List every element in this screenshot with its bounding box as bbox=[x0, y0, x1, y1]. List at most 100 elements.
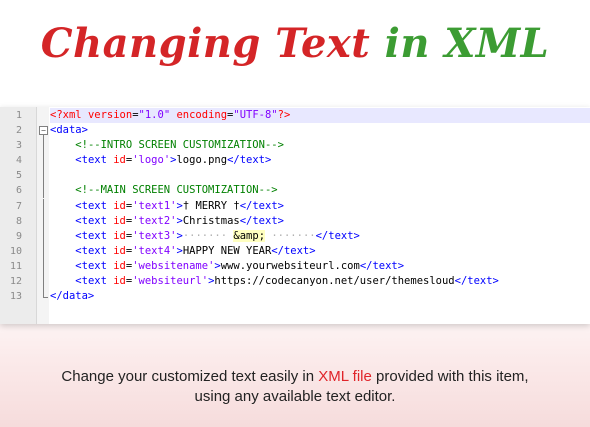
line-number: 9 bbox=[15, 230, 22, 242]
code-line[interactable]: 3 <!--INTRO SCREEN CUSTOMIZATION--> bbox=[0, 138, 590, 154]
fold-guide bbox=[38, 243, 48, 259]
code-line[interactable]: 5 bbox=[0, 168, 590, 184]
code-token: logo.png bbox=[176, 154, 228, 167]
page-title: Changing Text in XML bbox=[0, 16, 590, 72]
code-token: id bbox=[113, 214, 126, 227]
code-token: <?xml bbox=[50, 109, 88, 121]
code-lines: 1 <?xml version="1.0" encoding="UTF-8"?> 2… bbox=[0, 108, 590, 304]
code-token: </text> bbox=[239, 199, 284, 212]
code-line[interactable]: 4 <text id='logo'>logo.png</text> bbox=[0, 153, 590, 169]
code-token: ······· bbox=[182, 229, 228, 242]
fold-empty bbox=[38, 108, 48, 123]
fold-guide bbox=[38, 138, 48, 154]
code-token: <!--MAIN SCREEN CUSTOMIZATION--> bbox=[75, 184, 278, 197]
code-line[interactable]: 2 − <data> bbox=[0, 123, 590, 139]
code-token: </text> bbox=[454, 275, 499, 288]
code-token: version bbox=[87, 109, 133, 121]
code-token: † MERRY † bbox=[182, 199, 240, 212]
line-code: <text id='websitename'>www.yourwebsiteur… bbox=[50, 259, 590, 274]
code-token: encoding bbox=[170, 109, 228, 121]
code-token: </data> bbox=[50, 290, 95, 303]
caption-text: Change your customized text easily in bbox=[61, 368, 319, 385]
line-number: 8 bbox=[15, 215, 22, 227]
code-line[interactable]: 9 <text id='text3'>······· &amp; ·······… bbox=[0, 228, 590, 244]
code-line[interactable]: 7 <text id='text1'>† MERRY †</text> bbox=[0, 198, 590, 214]
code-token: id bbox=[113, 275, 126, 288]
fold-guide bbox=[38, 198, 48, 214]
code-token: id bbox=[113, 154, 126, 167]
fold-guide bbox=[38, 153, 48, 169]
line-number: 2 bbox=[15, 125, 22, 137]
fold-guide bbox=[38, 274, 48, 290]
code-token: 'websitename' bbox=[132, 259, 215, 272]
line-number: 7 bbox=[15, 200, 22, 212]
code-token: ······· bbox=[271, 229, 316, 242]
fold-toggle-icon[interactable]: − bbox=[38, 123, 48, 139]
code-token: id bbox=[113, 259, 126, 272]
code-line[interactable]: 6 <!--MAIN SCREEN CUSTOMIZATION--> bbox=[0, 183, 590, 199]
code-token: <text bbox=[75, 199, 114, 212]
code-token: id bbox=[113, 244, 126, 257]
code-token: "UTF-8" bbox=[233, 109, 278, 121]
code-token: www.yourwebsiteurl.com bbox=[220, 259, 360, 272]
line-code: </data> bbox=[50, 289, 590, 304]
line-number: 12 bbox=[9, 276, 22, 288]
line-code: <text id='text2'>Christmas</text> bbox=[50, 214, 590, 229]
code-token: </text> bbox=[271, 244, 316, 257]
caption-line-1: Change your customized text easily in XM… bbox=[0, 367, 590, 387]
code-token: 'logo' bbox=[132, 154, 171, 167]
fold-end-icon bbox=[38, 289, 48, 304]
code-line[interactable]: 11 <text id='websitename'>www.yourwebsit… bbox=[0, 258, 590, 274]
line-code: <text id='text4'>HAPPY NEW YEAR</text> bbox=[50, 244, 590, 259]
code-token: <text bbox=[75, 154, 114, 167]
line-code: <text id='text3'>······· &amp; ·······</… bbox=[50, 229, 590, 244]
fold-guide bbox=[38, 228, 48, 244]
line-number: 3 bbox=[15, 140, 22, 152]
code-line[interactable]: 10 <text id='text4'>HAPPY NEW YEAR</text… bbox=[0, 243, 590, 259]
fold-guide bbox=[38, 183, 48, 199]
code-line[interactable]: 8 <text id='text2'>Christmas</text> bbox=[0, 213, 590, 229]
code-editor[interactable]: 1 <?xml version="1.0" encoding="UTF-8"?> 2… bbox=[0, 107, 590, 324]
code-token: https://codecanyon.net/user/themesloud bbox=[214, 275, 455, 288]
code-token: HAPPY NEW YEAR bbox=[182, 244, 272, 257]
caption-highlight: XML file bbox=[318, 368, 372, 385]
code-token: 'text3' bbox=[132, 229, 177, 242]
line-code: <!--INTRO SCREEN CUSTOMIZATION--> bbox=[50, 138, 590, 153]
code-token: <text bbox=[75, 259, 114, 272]
code-token: id bbox=[113, 229, 126, 242]
title-part1: Changing Text bbox=[40, 20, 371, 67]
code-token: <text bbox=[75, 229, 114, 242]
title-part2: in XML bbox=[384, 20, 550, 67]
code-line[interactable]: 12 <text id='websiteurl'>https://codecan… bbox=[0, 274, 590, 290]
fold-guide bbox=[38, 168, 48, 184]
code-token: <!--INTRO SCREEN CUSTOMIZATION--> bbox=[75, 139, 284, 152]
fold-guide bbox=[38, 258, 48, 274]
code-token: 'text1' bbox=[132, 199, 177, 212]
line-number: 6 bbox=[15, 185, 22, 197]
code-token: <text bbox=[75, 244, 114, 257]
code-token: <text bbox=[75, 275, 114, 288]
code-token: id bbox=[113, 199, 126, 212]
line-code: <text id='websiteurl'>https://codecanyon… bbox=[50, 274, 590, 289]
caption: Change your customized text easily in XM… bbox=[0, 367, 590, 407]
code-token: </text> bbox=[239, 214, 284, 227]
code-token: </text> bbox=[315, 229, 360, 242]
line-number: 4 bbox=[15, 155, 22, 167]
caption-text: provided with this item, bbox=[371, 368, 529, 385]
line-number: 11 bbox=[9, 260, 22, 272]
code-line[interactable]: 13 </data> bbox=[0, 289, 590, 304]
code-token: "1.0" bbox=[138, 109, 171, 121]
code-line[interactable]: 1 <?xml version="1.0" encoding="UTF-8"?> bbox=[0, 108, 590, 123]
line-code: <?xml version="1.0" encoding="UTF-8"?> bbox=[50, 108, 590, 123]
line-number: 1 bbox=[15, 110, 22, 121]
caption-line-2: using any available text editor. bbox=[194, 388, 396, 405]
line-number: 5 bbox=[15, 170, 22, 182]
fold-guide bbox=[38, 213, 48, 229]
